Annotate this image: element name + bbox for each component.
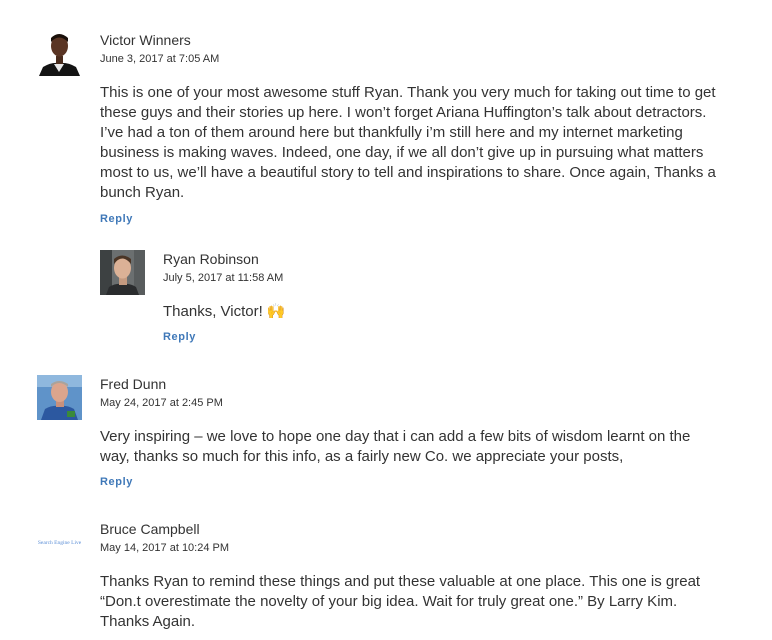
avatar [100, 250, 145, 295]
avatar: Search Engine Live [37, 520, 82, 565]
avatar-ryan-image [100, 250, 145, 295]
comment-date: June 3, 2017 at 7:05 AM [100, 52, 717, 66]
comment-date-link[interactable]: June 3, 2017 at 7:05 AM [100, 53, 219, 65]
reply-button[interactable]: Reply [163, 331, 196, 343]
avatar [37, 31, 82, 76]
comment-author: Ryan Robinson [163, 251, 259, 267]
comment-text: This is one of your most awesome stuff R… [100, 84, 716, 202]
avatar-fred-image [37, 375, 82, 420]
comment-date-link[interactable]: May 24, 2017 at 2:45 PM [100, 397, 223, 409]
comment-date: July 5, 2017 at 11:58 AM [163, 271, 718, 285]
reply-button[interactable]: Reply [100, 213, 133, 225]
avatar [37, 375, 82, 420]
avatar-logo-text: Search Engine Live [37, 539, 82, 546]
avatar-victor-image [37, 31, 82, 76]
comment-author: Victor Winners [100, 32, 191, 48]
comment-date: May 14, 2017 at 10:24 PM [100, 541, 717, 555]
comment-text: Thanks, Victor! 🙌 [163, 303, 286, 320]
reply-button[interactable]: Reply [100, 476, 133, 488]
comment-text: Thanks Ryan to remind these things and p… [100, 573, 701, 631]
comment-text: Very inspiring – we love to hope one day… [100, 428, 691, 466]
comment-author: Bruce Campbell [100, 521, 200, 537]
comment-author: Fred Dunn [100, 376, 167, 392]
comment-date-link[interactable]: July 5, 2017 at 11:58 AM [163, 272, 283, 284]
comment-date: May 24, 2017 at 2:45 PM [100, 396, 717, 410]
comment-date-link[interactable]: May 14, 2017 at 10:24 PM [100, 542, 229, 554]
